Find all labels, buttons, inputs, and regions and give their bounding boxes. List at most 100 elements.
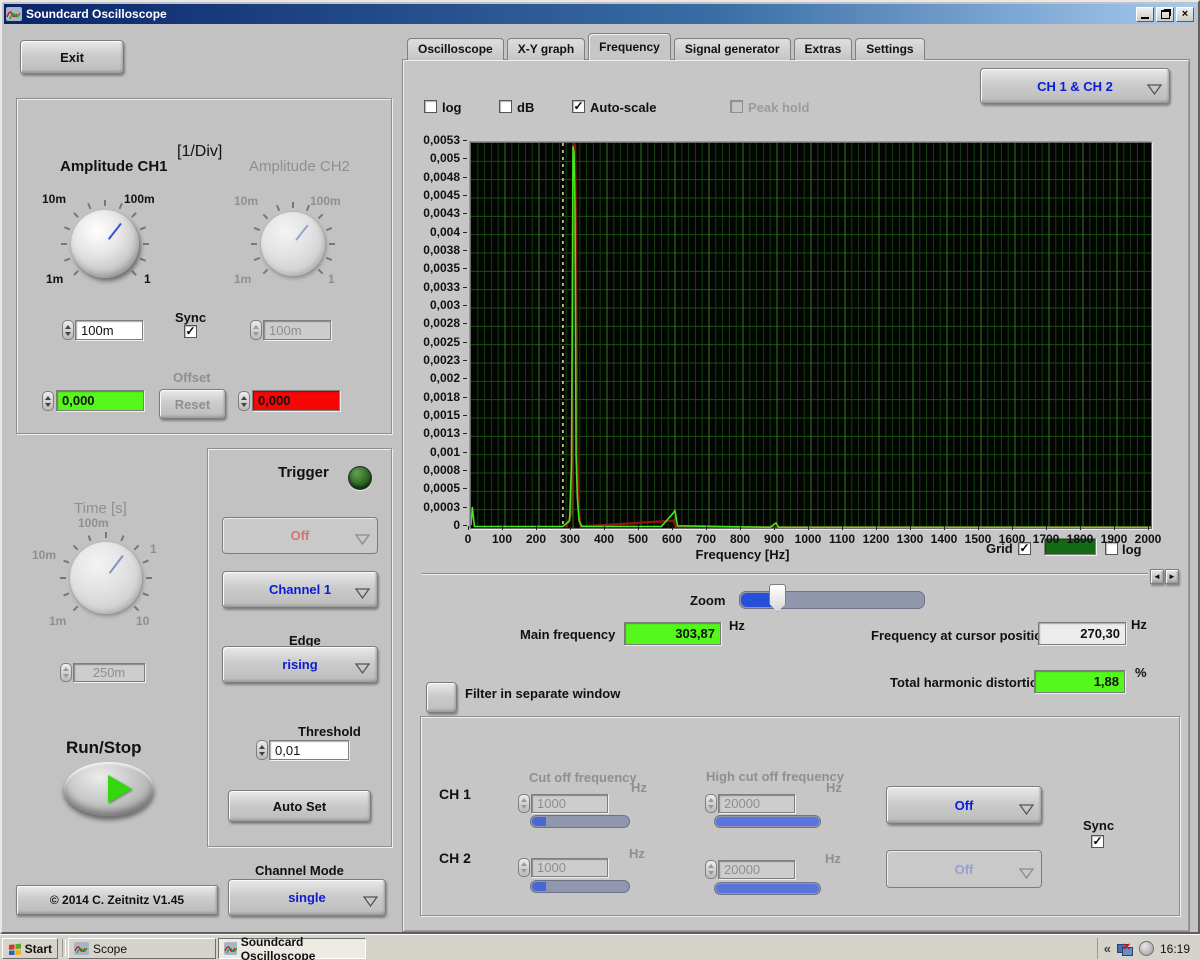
task-scope[interactable]: Scope (68, 938, 216, 959)
minimize-icon (1141, 17, 1149, 19)
chevron-down-icon (355, 533, 370, 548)
ch2-cutoff-slider[interactable] (530, 880, 630, 893)
autoscale-checkbox[interactable] (572, 100, 585, 113)
tab-settings[interactable]: Settings (855, 38, 924, 60)
offset-ch1-value[interactable]: 0,000 (56, 390, 144, 411)
knob-tick (134, 606, 140, 612)
ch1-high-cutoff-value: 20000 (718, 794, 795, 813)
knob-tick (146, 577, 152, 579)
zoom-slider-track[interactable] (739, 591, 925, 609)
scroll-left-button[interactable]: ◄ (1150, 569, 1164, 584)
start-label: Start (25, 942, 52, 956)
task-soundcard-oscilloscope[interactable]: Soundcard Oscilloscope (218, 938, 366, 959)
channel-select-dropdown[interactable]: CH 1 & CH 2 (980, 68, 1170, 104)
trigger-title: Trigger (278, 464, 329, 481)
filter-sync-checkbox[interactable] (1091, 835, 1104, 848)
knob-tick (61, 243, 67, 245)
x-axis-title: Frequency [Hz] (670, 547, 815, 562)
trigger-edge-dropdown[interactable]: rising (222, 646, 378, 683)
y-tick-label: 0,0003 (414, 500, 460, 514)
windows-logo-icon (8, 942, 21, 955)
ch1-cutoff-slider-fill (532, 817, 546, 826)
start-button[interactable]: Start (2, 938, 58, 959)
offset-reset-button[interactable]: Reset (159, 389, 226, 419)
db-checkbox-label: dB (517, 100, 534, 115)
threshold-value[interactable]: 0,01 (269, 740, 349, 760)
ch1-cutoff-spinner (518, 794, 530, 813)
y-tick (463, 140, 467, 141)
tab-extras[interactable]: Extras (794, 38, 853, 60)
peak-hold-checkbox (730, 100, 743, 113)
x-tick (604, 526, 605, 530)
zoom-label: Zoom (690, 593, 725, 608)
filter-window-button[interactable] (426, 682, 457, 713)
tab-signal-generator[interactable]: Signal generator (674, 38, 791, 60)
amplitude-ch2-knob[interactable] (261, 212, 325, 276)
log-checkbox[interactable] (424, 100, 437, 113)
y-tick-label: 0,0018 (414, 390, 460, 404)
amplitude-ch1-value[interactable]: 100m (75, 320, 143, 340)
y-tick (463, 488, 467, 489)
knob-tick (329, 243, 335, 245)
tab-oscilloscope[interactable]: Oscilloscope (407, 38, 504, 60)
minimize-button[interactable] (1136, 7, 1154, 22)
x-tick (536, 526, 537, 530)
y-tick-label: 0,0028 (414, 316, 460, 330)
y-tick-label: 0,0015 (414, 408, 460, 422)
sync-checkbox[interactable] (184, 325, 197, 338)
tab-frequency[interactable]: Frequency (588, 33, 671, 60)
scroll-right-button[interactable]: ► (1165, 569, 1179, 584)
x-tick (1148, 526, 1149, 530)
knob-needle (295, 224, 308, 240)
filter-window-label: Filter in separate window (465, 686, 620, 701)
knob-tick (63, 559, 69, 563)
y-tick (463, 213, 467, 214)
channel-mode-value: single (288, 890, 326, 905)
ch2-knob-1: 1 (328, 272, 335, 286)
time-knob-100m: 100m (78, 516, 109, 530)
knob-tick (73, 545, 79, 551)
time-knob-1m: 1m (49, 614, 66, 628)
threshold-spinner[interactable] (256, 740, 268, 760)
ch2-high-cutoff-slider[interactable] (714, 882, 821, 895)
window-title: Soundcard Oscilloscope (26, 7, 1134, 21)
tray-chevron[interactable]: « (1104, 941, 1111, 956)
y-tick-label: 0,0008 (414, 463, 460, 477)
cutoff-label: Cut off frequency (529, 770, 637, 785)
ch1-filter-mode-value: Off (955, 798, 974, 813)
separator (422, 573, 1148, 575)
y-tick (463, 433, 467, 434)
amplitude-ch1-spinner[interactable] (62, 320, 74, 340)
tab-x-y-graph[interactable]: X-Y graph (507, 38, 585, 60)
restore-button[interactable] (1156, 7, 1174, 22)
y-tick-label: 0,0025 (414, 335, 460, 349)
network-error-icon[interactable]: × (1117, 942, 1133, 956)
offset-ch1-spinner[interactable] (42, 391, 54, 411)
channel-mode-dropdown[interactable]: single (228, 879, 386, 916)
ch1-filter-mode-dropdown[interactable]: Off (886, 786, 1042, 824)
run-stop-button[interactable] (64, 762, 154, 816)
channel-select-value: CH 1 & CH 2 (1037, 79, 1113, 94)
y-tick (463, 250, 467, 251)
offset-ch2-value[interactable]: 0,000 (252, 390, 340, 411)
exit-button[interactable]: Exit (20, 40, 124, 74)
ch1-cutoff-slider[interactable] (530, 815, 630, 828)
offset-ch2-spinner[interactable] (238, 391, 250, 411)
y-tick-label: 0 (414, 518, 460, 532)
volume-icon[interactable] (1139, 941, 1154, 956)
db-checkbox[interactable] (499, 100, 512, 113)
taskbar-divider (62, 939, 66, 957)
auto-set-button[interactable]: Auto Set (228, 790, 371, 822)
ch1-high-cutoff-slider[interactable] (714, 815, 821, 828)
knob-body (71, 210, 139, 278)
trigger-mode-dropdown: Off (222, 517, 378, 554)
close-button[interactable]: × (1176, 7, 1194, 22)
amplitude-ch1-knob[interactable] (71, 210, 139, 278)
autoscale-checkbox-label: Auto-scale (590, 100, 656, 115)
ch2-cutoff-slider-fill (532, 882, 546, 891)
spectrum-plot[interactable] (470, 142, 1152, 529)
play-icon (108, 775, 132, 803)
trigger-edge-value: rising (282, 657, 317, 672)
cursor-frequency-value: 270,30 (1038, 622, 1126, 645)
trigger-source-dropdown[interactable]: Channel 1 (222, 571, 378, 608)
